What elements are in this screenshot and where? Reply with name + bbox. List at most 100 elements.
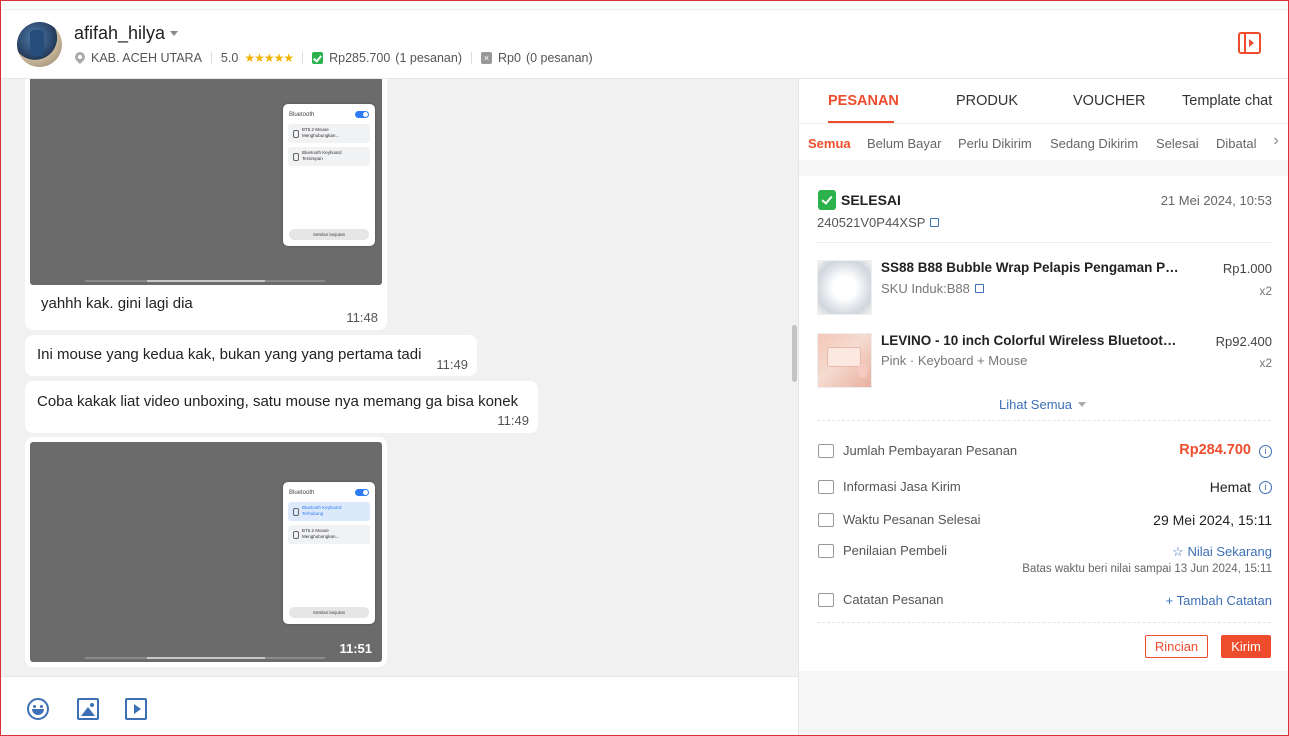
panel-tabs: PESANAN PRODUK VOUCHER Template chat [799,79,1289,124]
toggle-icon [355,489,369,496]
username[interactable]: afifah_hilya [74,23,165,44]
product-price: Rp1.000 [1222,261,1272,276]
device-status: Menghubungkan... [302,534,340,539]
phone-device: Bluetooth Keyboard Terhubung [288,502,370,521]
product-name[interactable]: SS88 B88 Bubble Wrap Pelapis Pengaman Pa… [881,260,1181,275]
product-qty: x2 [1259,284,1272,298]
rate-now-link[interactable]: ☆ Nilai Sekarang [1172,544,1272,560]
tab-produk[interactable]: PRODUK [956,93,1018,109]
product-sku-text: SKU Induk:B88 [881,281,970,296]
product-sku: SKU Induk:B88 [881,281,984,296]
message-time: 11:48 [346,310,378,325]
order-id[interactable]: 240521V0P44XSP [817,215,940,230]
payment-value: Rp284.700 [1179,442,1251,458]
send-button[interactable]: Kirim [1221,635,1271,658]
order-id-text: 240521V0P44XSP [817,215,926,230]
subtab-sedang-dikirim[interactable]: Sedang Dikirim [1050,136,1138,151]
completed-count: (1 pesanan) [395,51,462,65]
chevron-right-icon[interactable]: › [1263,124,1289,160]
order-date: 21 Mei 2024, 10:53 [1160,193,1272,208]
toggle-icon [355,111,369,118]
composer-toolbar [1,676,798,735]
subtab-dibatalkan[interactable]: Dibatal [1216,136,1256,151]
add-note-link[interactable]: + Tambah Catatan [1166,593,1272,608]
calendar-icon [818,513,834,527]
rating-deadline: Batas waktu beri nilai sampai 13 Jun 202… [1022,563,1272,575]
tab-template-chat[interactable]: Template chat [1182,93,1272,109]
tab-voucher[interactable]: VOUCHER [1073,93,1146,109]
plus-icon: + [1165,593,1177,608]
subtab-belum-bayar[interactable]: Belum Bayar [867,136,941,151]
divider [817,622,1271,623]
phone-button: Setelan lanjutan [289,607,369,618]
cancelled-count: (0 pesanan) [525,51,593,65]
video-thumbnail[interactable]: Bluetooth Bluetooth Keyboard Terhubung B… [30,442,382,662]
message-time: 11:49 [436,357,468,372]
product-variant: Pink · Keyboard + Mouse [881,353,1028,368]
subtab-perlu-dikirim[interactable]: Perlu Dikirim [958,136,1032,151]
message-text: Ini mouse yang kedua kak, bukan yang yan… [37,346,422,363]
tab-pesanan[interactable]: PESANAN [828,93,899,109]
product-image[interactable] [817,333,872,388]
external-link-icon[interactable] [974,284,984,293]
device-name: Bluetooth Keyboard [302,505,342,510]
star-rating-icon: ★★★★★ [244,51,294,65]
completed-time-label: Waktu Pesanan Selesai [843,512,981,527]
phone-title: Bluetooth [289,112,315,118]
message-text: Coba kakak liat video unboxing, satu mou… [37,393,519,410]
info-icon[interactable]: i [1259,445,1272,458]
subtab-selesai[interactable]: Selesai [1156,136,1199,151]
text-message[interactable]: Coba kakak liat video unboxing, satu mou… [25,381,538,433]
text-message[interactable]: Ini mouse yang kedua kak, bukan yang yan… [25,335,477,376]
video-progress [85,657,325,659]
device-name: Bluetooth Keyboard [302,150,342,155]
video-message[interactable]: Bluetooth Bluetooth Keyboard Terhubung B… [25,437,387,667]
info-icon[interactable]: i [1259,481,1272,494]
order-completed-icon [818,190,836,210]
rating-icon [818,544,834,558]
device-status: Menghubungkan... [302,133,340,138]
see-all-link[interactable]: Lihat Semua [999,397,1086,412]
note-label: Catatan Pesanan [843,592,944,607]
product-name[interactable]: LEVINO - 10 inch Colorful Wireless Bluet… [881,333,1181,348]
panel-toggle-icon[interactable] [1238,32,1261,54]
image-icon[interactable] [77,698,99,720]
payment-label: Jumlah Pembayaran Pesanan [843,443,1018,458]
order-status: SELESAI [841,192,901,208]
divider [210,52,212,64]
divider [817,420,1271,421]
order-panel: PESANAN PRODUK VOUCHER Template chat Sem… [798,79,1289,735]
avatar[interactable] [17,22,62,67]
device-status: Tersimpan [302,156,323,161]
external-link-icon[interactable] [930,218,940,227]
add-note-text: Tambah Catatan [1176,593,1272,608]
completed-time-value: 29 Mei 2024, 15:11 [1153,512,1272,528]
detail-button[interactable]: Rincian [1145,635,1208,658]
chevron-down-icon[interactable] [170,31,178,36]
payment-icon [818,444,834,458]
phone-device: Bluetooth Keyboard Tersimpan [288,147,370,166]
product-qty: x2 [1259,356,1272,370]
video-message[interactable]: Bluetooth BT5.2 Mouse Menghubungkan... B… [25,79,387,330]
chat-messages[interactable]: Bluetooth BT5.2 Mouse Menghubungkan... B… [1,79,798,676]
phone-device: BT5.2 Mouse Menghubungkan... [288,124,370,143]
truck-icon [818,480,834,494]
cancelled-order-icon: × [481,52,492,64]
video-icon[interactable] [125,698,147,720]
phone-button: Setelan lanjutan [289,229,369,240]
chat-scrollbar[interactable] [792,325,797,382]
video-thumbnail[interactable]: Bluetooth BT5.2 Mouse Menghubungkan... B… [30,79,382,285]
rating-label: Penilaian Pembeli [843,543,948,558]
shipping-label: Informasi Jasa Kirim [843,479,961,494]
rate-now-text: Nilai Sekarang [1187,544,1272,559]
product-image[interactable] [817,260,872,315]
note-icon [818,593,834,607]
see-all-text: Lihat Semua [999,397,1072,412]
active-tab-indicator [828,121,894,123]
emoji-icon[interactable] [27,698,49,720]
subtab-semua[interactable]: Semua [808,136,851,151]
device-status: Terhubung [302,511,324,516]
message-time: 11:49 [497,413,529,428]
panel-footer-space [799,671,1289,735]
phone-device: BT5.2 Mouse Menghubungkan... [288,525,370,544]
